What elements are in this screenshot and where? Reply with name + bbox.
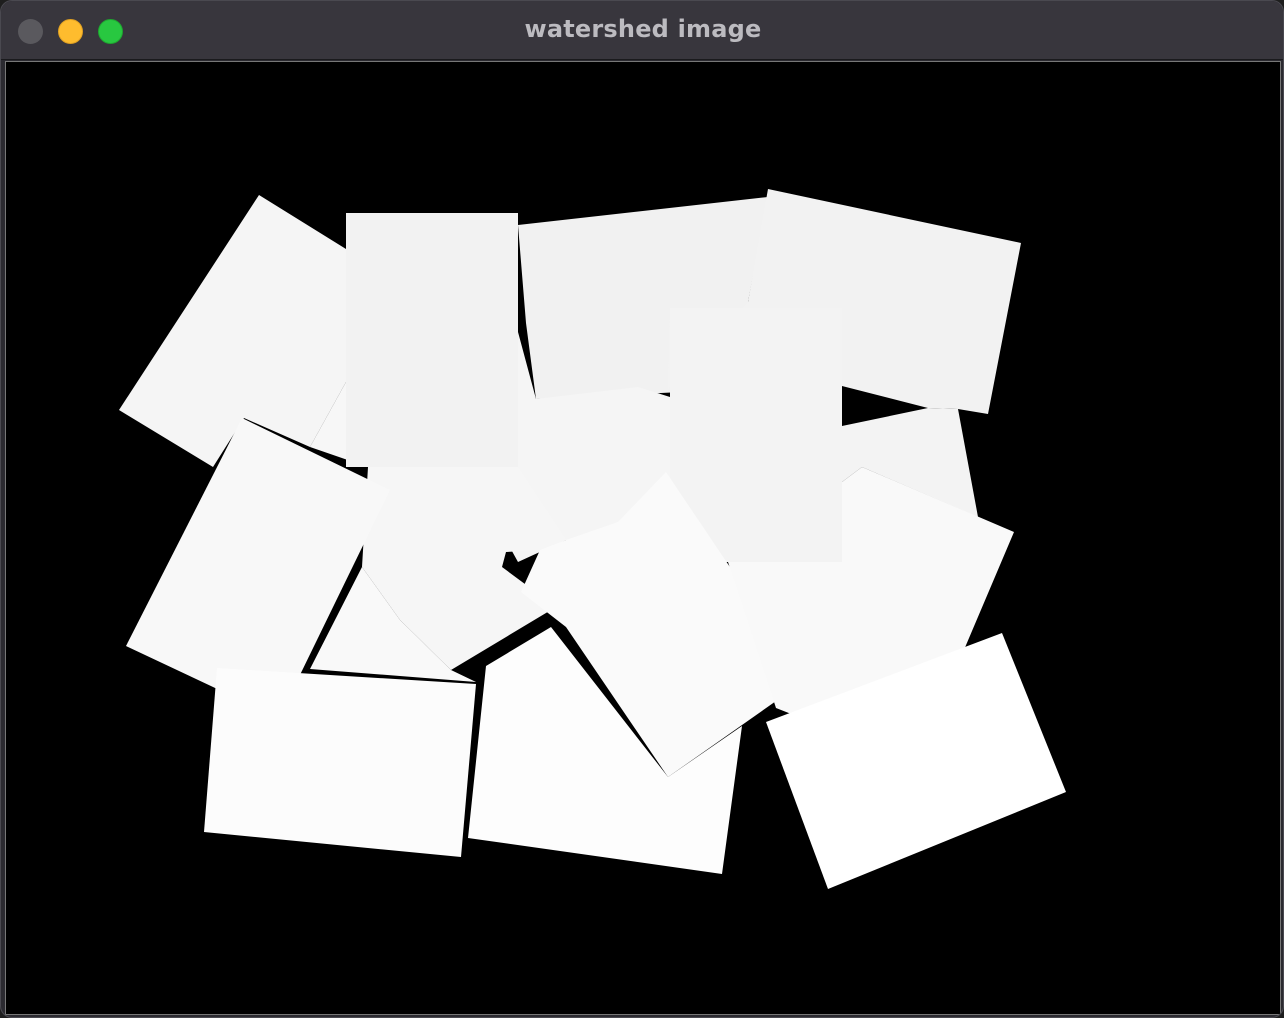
region-top-left	[119, 195, 346, 467]
region-tall-card	[346, 213, 518, 467]
image-canvas	[5, 61, 1281, 1015]
window-title: watershed image	[524, 15, 762, 43]
region-bottom-left	[204, 668, 476, 857]
title-bar[interactable]: watershed image	[1, 1, 1283, 60]
watershed-image	[119, 189, 1066, 889]
app-window: watershed image	[0, 0, 1284, 1018]
